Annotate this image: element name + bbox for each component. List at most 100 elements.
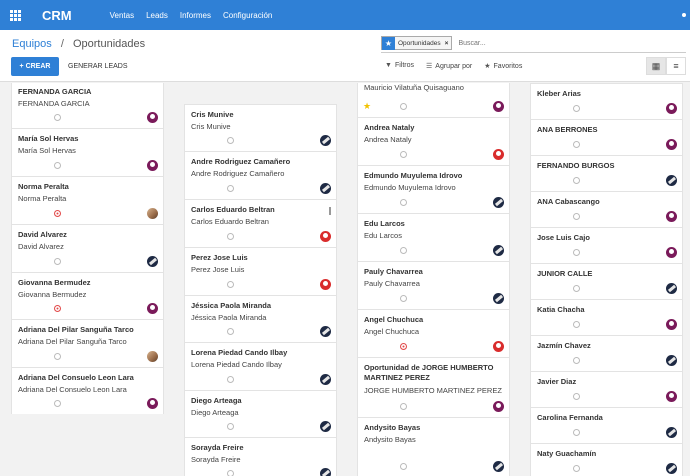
activity-status-icon[interactable] (227, 423, 234, 430)
apps-menu-icon[interactable] (0, 0, 30, 30)
card-contact: Perez Jose Luis (191, 265, 245, 274)
group-by-button[interactable]: ☰ Agrupar por (426, 62, 472, 70)
activity-status-icon[interactable] (573, 213, 580, 220)
activity-status-icon[interactable] (400, 103, 407, 110)
opportunity-card[interactable]: Javier Diaz (530, 371, 683, 407)
activity-status-icon[interactable] (227, 185, 234, 192)
activity-status-icon[interactable] (400, 403, 407, 410)
opportunity-card[interactable]: Mauricio Vilatuña Quisaguano ★ (357, 83, 510, 117)
card-contact: Andre Rodriguez Camañero (191, 169, 285, 178)
opportunity-card[interactable]: Jose Luis Cajo (530, 227, 683, 263)
opportunity-card[interactable]: Pauly Chavarrea Pauly Chavarrea (357, 261, 510, 309)
activity-status-icon[interactable] (573, 393, 580, 400)
top-navbar: CRM Ventas Leads Informes Configuración (0, 0, 690, 30)
activity-status-icon[interactable] (400, 343, 407, 350)
menu-leads[interactable]: Leads (146, 11, 168, 20)
kanban-board: FERNANDA GARCIA FERNANDA GARCIA María Sol … (0, 83, 690, 476)
opportunity-card[interactable]: David Alvarez David Alvarez (11, 224, 164, 272)
activity-status-icon[interactable] (54, 258, 61, 265)
activity-status-icon[interactable] (400, 247, 407, 254)
opportunity-card[interactable]: Andrea Nataly Andrea Nataly (357, 117, 510, 165)
filters-button[interactable]: ▼ Filtros (385, 62, 414, 70)
opportunity-card[interactable]: Diego Arteaga Diego Arteaga (184, 390, 337, 437)
card-title: María Sol Hervas (18, 134, 79, 143)
opportunity-card[interactable]: Oportunidad de JORGE HUMBERTO MARTINEZ P… (357, 357, 510, 417)
facet-remove-icon[interactable]: × (444, 40, 452, 47)
kanban-view-icon[interactable]: ▦ (646, 57, 666, 75)
group-by-label: Agrupar por (435, 63, 473, 70)
opportunity-card[interactable]: Katia Chacha (530, 299, 683, 335)
activity-status-icon[interactable] (227, 281, 234, 288)
opportunity-card[interactable]: Perez Jose Luis Perez Jose Luis (184, 247, 337, 295)
card-title: Norma Peralta (18, 182, 69, 191)
activity-status-icon[interactable] (54, 305, 61, 312)
activity-status-icon[interactable] (573, 465, 580, 472)
priority-star-icon[interactable]: ★ (363, 101, 371, 112)
activity-status-icon[interactable] (227, 376, 234, 383)
user-menu-indicator[interactable] (682, 13, 686, 17)
salesperson-avatar-icon (147, 351, 158, 362)
generate-leads-button[interactable]: GENERAR LEADS (66, 57, 130, 76)
salesperson-avatar-icon (320, 374, 331, 385)
opportunity-card[interactable]: FERNANDA GARCIA FERNANDA GARCIA (11, 83, 164, 128)
opportunity-card[interactable]: María Sol Hervas María Sol Hervas (11, 128, 164, 176)
activity-status-icon[interactable] (54, 162, 61, 169)
salesperson-avatar-icon (320, 183, 331, 194)
opportunity-card[interactable]: Jazmín Chavez (530, 335, 683, 371)
favorites-label: Favoritos (493, 63, 523, 70)
activity-status-icon[interactable] (400, 199, 407, 206)
opportunity-card[interactable]: Jéssica Paola Miranda Jéssica Paola Miran… (184, 295, 337, 342)
activity-status-icon[interactable] (573, 105, 580, 112)
activity-status-icon[interactable] (227, 137, 234, 144)
activity-status-icon[interactable] (573, 177, 580, 184)
opportunity-card[interactable]: JUNIOR CALLE (530, 263, 683, 299)
opportunity-card[interactable]: Giovanna Bermudez Giovanna Bermudez (11, 272, 164, 319)
opportunity-card[interactable]: ANA BERRONES (530, 119, 683, 155)
activity-status-icon[interactable] (400, 295, 407, 302)
activity-status-icon[interactable] (227, 470, 234, 476)
salesperson-avatar-icon (320, 135, 331, 146)
activity-status-icon[interactable] (54, 400, 61, 407)
opportunity-card[interactable]: Andre Rodriguez Camañero Andre Rodriguez … (184, 151, 337, 199)
opportunity-card[interactable]: Sorayda Freire Sorayda Freire (184, 437, 337, 476)
opportunity-card[interactable]: Angel Chuchuca Angel Chuchuca (357, 309, 510, 357)
activity-status-icon[interactable] (400, 151, 407, 158)
opportunity-card[interactable]: ANA Cabascango (530, 191, 683, 227)
activity-status-icon[interactable] (227, 233, 234, 240)
menu-ventas[interactable]: Ventas (110, 11, 134, 20)
breadcrumb-equipos[interactable]: Equipos (12, 38, 52, 50)
activity-status-icon[interactable] (573, 429, 580, 436)
activity-status-icon[interactable] (573, 249, 580, 256)
search-input[interactable] (458, 39, 609, 47)
opportunity-card[interactable]: Kleber Arias (530, 83, 683, 119)
activity-status-icon[interactable] (54, 353, 61, 360)
opportunity-card[interactable]: Andysito Bayas Andysito Bayas (357, 417, 510, 476)
create-button[interactable]: + CREAR (11, 57, 59, 76)
menu-configuracion[interactable]: Configuración (223, 11, 272, 20)
activity-status-icon[interactable] (54, 210, 61, 217)
opportunity-card[interactable]: Adriana Del Pilar Sanguña Tarco Adriana D… (11, 319, 164, 367)
opportunity-card[interactable]: Edmundo Muyulema Idrovo Edmundo Muyulema … (357, 165, 510, 213)
opportunity-card[interactable]: Cris Munive Cris Munive (184, 104, 337, 151)
card-title: JUNIOR CALLE (537, 269, 593, 278)
opportunity-card[interactable]: Carolina Fernanda (530, 407, 683, 443)
opportunity-card[interactable]: Adriana Del Consuelo Leon Lara Adriana De… (11, 367, 164, 414)
activity-status-icon[interactable] (573, 357, 580, 364)
activity-status-icon[interactable] (400, 463, 407, 470)
activity-status-icon[interactable] (573, 285, 580, 292)
column-scroll-indicator[interactable] (329, 207, 331, 215)
opportunity-card[interactable]: Edu Larcos Edu Larcos (357, 213, 510, 261)
opportunity-card[interactable]: Naty Guachamín (530, 443, 683, 476)
opportunity-card[interactable]: Lorena Piedad Cando Ilbay Lorena Piedad C… (184, 342, 337, 390)
activity-status-icon[interactable] (573, 141, 580, 148)
activity-status-icon[interactable] (54, 114, 61, 121)
activity-status-icon[interactable] (227, 328, 234, 335)
activity-status-icon[interactable] (573, 321, 580, 328)
search-facet: ★ Oportunidades × (381, 36, 453, 50)
opportunity-card[interactable]: Norma Peralta Norma Peralta (11, 176, 164, 224)
opportunity-card[interactable]: Carlos Eduardo Beltran Carlos Eduardo Bel… (184, 199, 337, 247)
menu-informes[interactable]: Informes (180, 11, 211, 20)
opportunity-card[interactable]: FERNANDO BURGOS (530, 155, 683, 191)
favorites-button[interactable]: ★ Favoritos (484, 62, 522, 70)
list-view-icon[interactable]: ≡ (666, 57, 686, 75)
